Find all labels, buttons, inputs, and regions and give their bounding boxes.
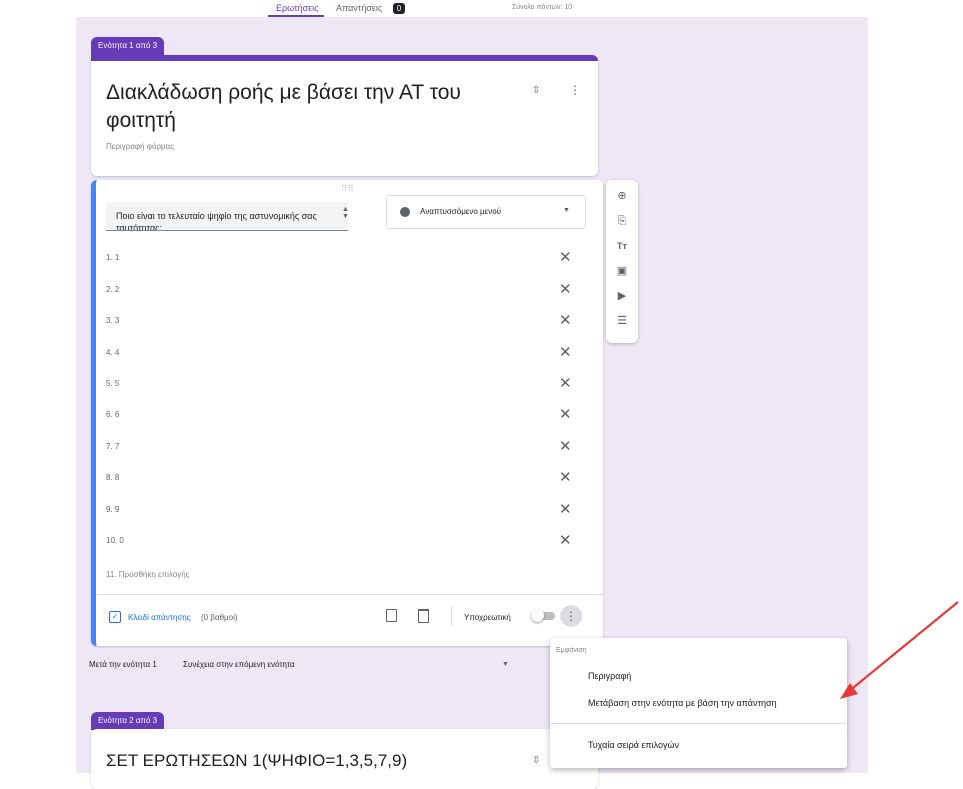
annotation-arrow — [840, 601, 959, 699]
